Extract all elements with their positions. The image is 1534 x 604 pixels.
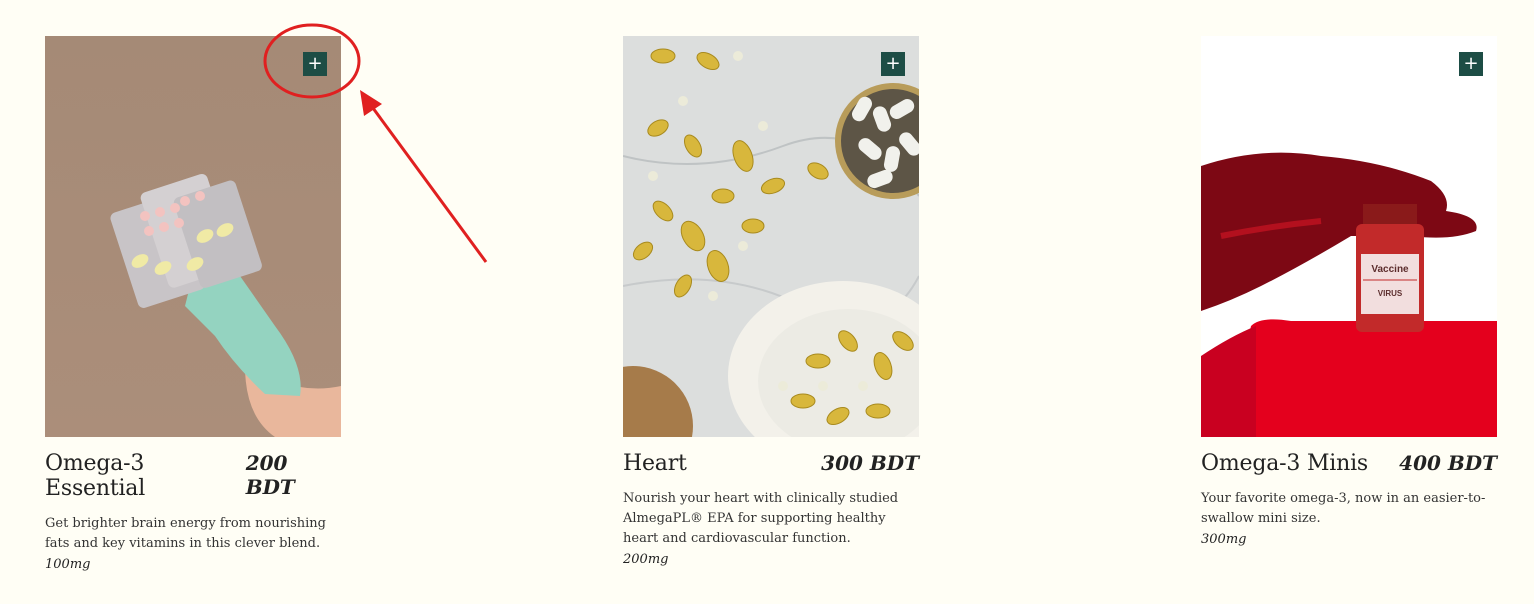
gloved-hand-pills-photo (45, 36, 341, 437)
product-card[interactable]: + Heart 300 BDT Nourish your heart with … (623, 36, 919, 567)
product-name[interactable]: Omega-3 Essential (45, 451, 246, 501)
add-to-cart-button[interactable]: + (303, 52, 327, 76)
fish-oil-capsules-photo (623, 36, 919, 437)
product-size: 200mg (623, 552, 669, 567)
product-name[interactable]: Heart (623, 451, 687, 476)
product-card[interactable]: + Omega-3 Essential 200 BDT Get brighter… (45, 36, 341, 572)
product-image[interactable]: + (45, 36, 341, 437)
product-description: Nourish your heart with clinically studi… (623, 491, 899, 546)
vaccine-vial-photo: Vaccine VIRUS (1201, 36, 1497, 437)
product-description: Get brighter brain energy from nourishin… (45, 516, 326, 551)
arrow-head-icon (360, 90, 382, 116)
product-price: 300 BDT (821, 451, 919, 475)
plus-icon: + (307, 53, 323, 74)
product-size: 300mg (1201, 532, 1247, 547)
product-price: 400 BDT (1399, 451, 1497, 475)
product-size: 100mg (45, 557, 91, 572)
annotation-arrow (368, 103, 488, 263)
vial-label-bottom: VIRUS (1378, 289, 1403, 298)
product-price: 200 BDT (245, 451, 295, 499)
plus-icon: + (885, 53, 901, 74)
product-image[interactable]: Vaccine VIRUS + (1201, 36, 1497, 437)
plus-icon: + (1463, 53, 1479, 74)
vial-label-top: Vaccine (1371, 264, 1409, 275)
product-name[interactable]: Omega-3 Minis (1201, 451, 1368, 476)
product-card[interactable]: Vaccine VIRUS + Omega-3 Minis 400 BDT Yo… (1201, 36, 1497, 547)
add-to-cart-button[interactable]: + (881, 52, 905, 76)
product-image[interactable]: + (623, 36, 919, 437)
product-description: Your favorite omega-3, now in an easier-… (1201, 491, 1486, 526)
add-to-cart-button[interactable]: + (1459, 52, 1483, 76)
